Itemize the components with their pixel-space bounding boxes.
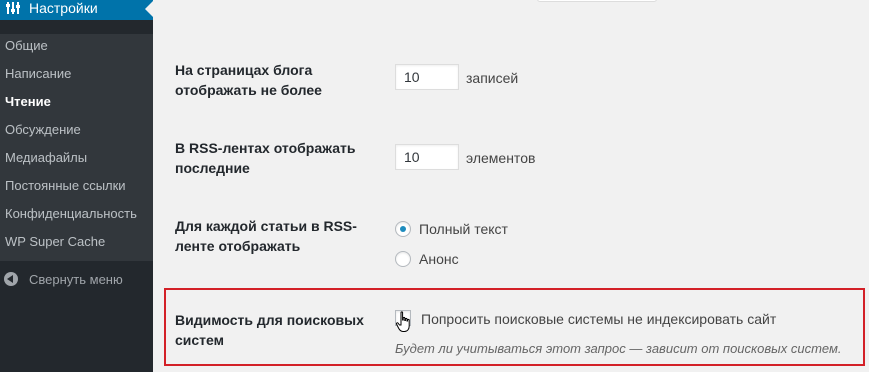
collapse-menu-label: Свернуть меню xyxy=(29,272,123,287)
current-menu-arrow xyxy=(145,1,153,17)
search-visibility-label: Видимость для поисковых систем xyxy=(175,312,364,348)
search-visibility-description: Будет ли учитываться этот запрос — завис… xyxy=(395,341,842,356)
posts-per-rss-input[interactable] xyxy=(395,144,459,170)
hand-pointer-icon xyxy=(395,311,410,332)
posts-per-page-input[interactable] xyxy=(395,64,459,90)
settings-submenu: Общие Написание Чтение Обсуждение Медиаф… xyxy=(0,34,153,261)
submenu-item-discussion[interactable]: Обсуждение xyxy=(5,122,81,138)
rss-display-label: Для каждой статьи в RSS-ленте отображать xyxy=(175,218,357,254)
submenu-item-privacy[interactable]: Конфиденциальность xyxy=(5,206,137,222)
collapse-arrow-icon xyxy=(4,272,18,286)
submenu-item-general[interactable]: Общие xyxy=(5,38,48,54)
submenu-item-writing[interactable]: Написание xyxy=(5,66,71,82)
settings-menu-header[interactable]: Настройки xyxy=(0,0,153,20)
full-text-radio[interactable] xyxy=(395,221,411,237)
full-text-radio-label[interactable]: Полный текст xyxy=(419,220,508,238)
posts-per-page-unit: записей xyxy=(466,70,519,86)
submenu-item-permalinks[interactable]: Постоянные ссылки xyxy=(5,178,126,194)
excerpt-radio[interactable] xyxy=(395,251,411,267)
submenu-item-media[interactable]: Медиафайлы xyxy=(5,150,87,166)
collapse-menu-button[interactable]: Свернуть меню xyxy=(0,268,153,292)
settings-menu-title: Настройки xyxy=(29,0,98,16)
admin-sidebar: Настройки Общие Написание Чтение Обсужде… xyxy=(0,0,153,372)
submenu-item-reading[interactable]: Чтение xyxy=(5,94,51,110)
excerpt-radio-label[interactable]: Анонс xyxy=(419,250,459,268)
discourage-search-label[interactable]: Попросить поисковые системы не индексиро… xyxy=(421,310,776,328)
posts-per-page-label: На страницах блога отображать не более xyxy=(175,62,322,98)
submenu-item-wp-super-cache[interactable]: WP Super Cache xyxy=(5,234,105,250)
settings-sliders-icon xyxy=(6,2,20,14)
posts-per-rss-label: В RSS-лентах отображать последние xyxy=(175,140,356,176)
top-field-edge xyxy=(537,0,657,2)
posts-per-rss-unit: элементов xyxy=(466,150,536,166)
